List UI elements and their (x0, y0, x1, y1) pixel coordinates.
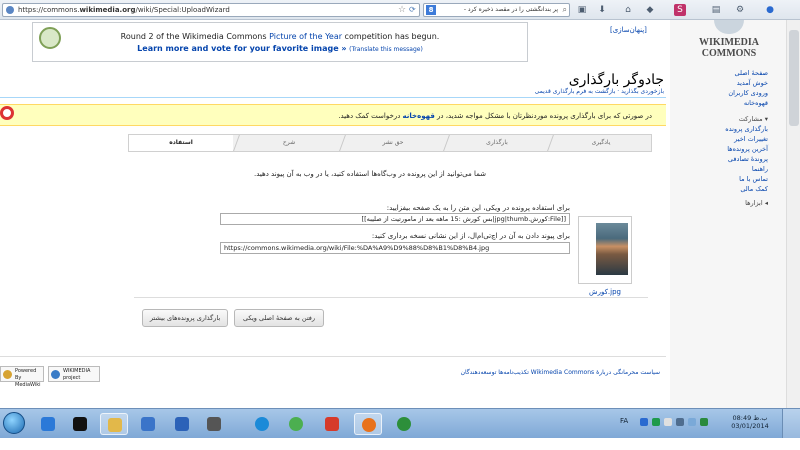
media-taskbar-button[interactable] (168, 413, 196, 435)
sidebar-item-latest-files[interactable]: آخرین پرونده‌ها (690, 144, 768, 154)
show-desktop-button[interactable] (782, 409, 800, 439)
chrome-taskbar-button[interactable] (282, 413, 310, 435)
flag-icon[interactable] (664, 418, 672, 426)
volume-icon[interactable] (688, 418, 696, 426)
bookmark-star-icon[interactable]: ☆ (398, 5, 406, 15)
step-learn: یادگیری (591, 139, 611, 146)
network-icon[interactable] (676, 418, 684, 426)
step-describe: شرح (282, 139, 296, 146)
globe-icon (6, 6, 14, 14)
thumbnail-image[interactable] (596, 223, 628, 275)
upload-more-button[interactable]: بارگذاری پرونده‌های بیشتر (142, 309, 228, 327)
wizard-steps: یادگیری بارگذاری حق نشر شرح استفاده (128, 134, 652, 152)
start-button[interactable] (3, 412, 25, 434)
sidebar-item-main[interactable]: صفحهٔ اصلی (690, 68, 768, 78)
html-link-field[interactable]: https://commons.wikimedia.org/wiki/File:… (220, 242, 570, 254)
village-pump-link[interactable]: قهوه‌خانه (403, 112, 435, 120)
tray-security-icon[interactable] (700, 418, 708, 426)
wikimedia-commons-logo[interactable]: WIKIMEDIA COMMONS (694, 20, 764, 68)
bottom-margin (0, 438, 800, 450)
clock-time: 08:49 ب.ظ (732, 414, 768, 422)
sidebar-item-donate[interactable]: کمک مالی (690, 184, 768, 194)
app-taskbar-button[interactable] (134, 413, 162, 435)
calendar-taskbar-button[interactable] (200, 413, 228, 435)
firefox-taskbar-button[interactable] (354, 413, 382, 435)
tray-arrow-icon[interactable] (640, 418, 648, 426)
search-icon[interactable]: ⌕ (563, 5, 567, 15)
file-thumbnail[interactable] (578, 216, 632, 284)
sidebar-item-upload[interactable]: بارگذاری پرونده (690, 124, 768, 134)
clock[interactable]: 08:49 ب.ظ 03/01/2014 (728, 414, 772, 430)
sidebar-item-recent-changes[interactable]: تغییرات اخیر (690, 134, 768, 144)
extension-icon[interactable]: ● (764, 4, 776, 16)
url-text[interactable]: https://commons.wikimedia.org/wiki/Speci… (18, 6, 230, 14)
wikimedia-badge[interactable]: WIKIMEDIA project (48, 366, 100, 382)
scrollbar[interactable] (786, 20, 800, 408)
sidebar-item-login[interactable]: ورودی کاربران (690, 88, 768, 98)
footer-divider (0, 356, 666, 357)
use-message: شما می‌توانید از این پرونده در وب‌گاه‌ها… (253, 170, 487, 178)
search-box[interactable]: 8 پر بندانگشتی را در مقصد ذخیره کرد - ⌕ (423, 3, 570, 17)
screen: https://commons.wikimedia.org/wiki/Speci… (0, 0, 800, 450)
sidebar-item-village-pump[interactable]: قهوه‌خانه (690, 98, 768, 108)
step-license: حق نشر (382, 139, 404, 146)
ie-taskbar-button[interactable] (34, 413, 62, 435)
wikimedia-icon (51, 370, 60, 379)
search-text[interactable]: پر بندانگشتی را در مقصد ذخیره کرد - (440, 6, 558, 13)
s-addon-icon[interactable]: S (674, 4, 686, 16)
tray-app-icon[interactable] (652, 418, 660, 426)
wiki-usage-label: برای استفاده پرونده در ویکی، این متن را … (386, 204, 570, 212)
step-use: استفاده (129, 135, 233, 151)
taskbar: FA 08:49 ب.ظ 03/01/2014 (0, 408, 800, 439)
addon-icon[interactable]: ◆ (644, 4, 656, 16)
subnav-links[interactable]: بازخوردی بگذارید · بازگشت به فرم بارگذار… (400, 88, 664, 95)
potd-emblem-icon (39, 27, 61, 49)
thumbnail-caption[interactable]: کورش.jpg (578, 288, 632, 296)
sidebar-item-random-file[interactable]: پروندهٔ تصادفی (690, 154, 768, 164)
clock-date: 03/01/2014 (731, 422, 769, 430)
hide-banner-link[interactable]: [پنهان‌سازی] (610, 26, 647, 34)
html-link-label: برای پیوند دادن به آن در اچ‌تی‌ام‌ال، از… (371, 232, 570, 240)
address-bar[interactable]: https://commons.wikimedia.org/wiki/Speci… (2, 3, 420, 17)
step-upload: بارگذاری (486, 139, 508, 146)
menu-icon[interactable]: ▤ (710, 4, 722, 16)
wiki-usage-field[interactable]: [[File:کورش.jpg|thumb|بس کورش :15 ماهه ب… (220, 213, 570, 225)
page-title: جادوگر بارگذاری (568, 72, 664, 88)
sidebar-nav: صفحهٔ اصلی خوش آمدید ورودی کاربران قهوه‌… (690, 68, 768, 208)
lifebuoy-icon (0, 106, 14, 120)
browser-toolbar: https://commons.wikimedia.org/wiki/Speci… (0, 0, 800, 20)
screenshot-icon[interactable]: ▣ (576, 4, 588, 16)
divider (134, 297, 648, 298)
vote-link[interactable]: Learn more and vote for your favorite im… (137, 44, 346, 53)
google-icon: 8 (426, 5, 436, 15)
language-indicator[interactable]: FA (620, 417, 628, 425)
home-icon[interactable]: ⌂ (622, 4, 634, 16)
footer-links[interactable]: سیاست محرمانگی دربارهٔ Wikimedia Commons… (420, 369, 660, 376)
go-to-wiki-home-button[interactable]: رفتن به صفحهٔ اصلی ویکی (234, 309, 324, 327)
sidebar-heading-participate[interactable]: ▾ مشارکت (690, 114, 768, 124)
sidebar-item-contact[interactable]: تماس با ما (690, 174, 768, 184)
mediawiki-icon (3, 370, 12, 379)
divider (0, 97, 666, 98)
sidebar-item-welcome[interactable]: خوش آمدید (690, 78, 768, 88)
potd-link[interactable]: Picture of the Year (269, 32, 342, 41)
reload-icon[interactable]: ⟳ (409, 5, 416, 14)
settings-icon[interactable]: ⚙ (734, 4, 746, 16)
app2-taskbar-button[interactable] (318, 413, 346, 435)
translate-link[interactable]: (Translate this message) (349, 46, 423, 53)
help-notice: در صورتی که برای بارگذاری پرونده موردنظر… (0, 104, 666, 126)
cmd-taskbar-button[interactable] (66, 413, 94, 435)
potd-banner: Round 2 of the Wikimedia Commons Picture… (32, 22, 528, 62)
sidebar-item-help[interactable]: راهنما (690, 164, 768, 174)
page: WIKIMEDIA COMMONS صفحهٔ اصلی خوش آمدید و… (0, 20, 786, 408)
mediawiki-badge[interactable]: Powered By MediaWiki (0, 366, 44, 388)
globe-taskbar-button[interactable] (390, 413, 418, 435)
download-icon[interactable]: ⬇ (596, 4, 608, 16)
skype-taskbar-button[interactable] (248, 413, 276, 435)
explorer-taskbar-button[interactable] (100, 413, 128, 435)
scroll-thumb[interactable] (789, 30, 799, 126)
sidebar-heading-tools[interactable]: ◂ ابزارها (690, 198, 768, 208)
